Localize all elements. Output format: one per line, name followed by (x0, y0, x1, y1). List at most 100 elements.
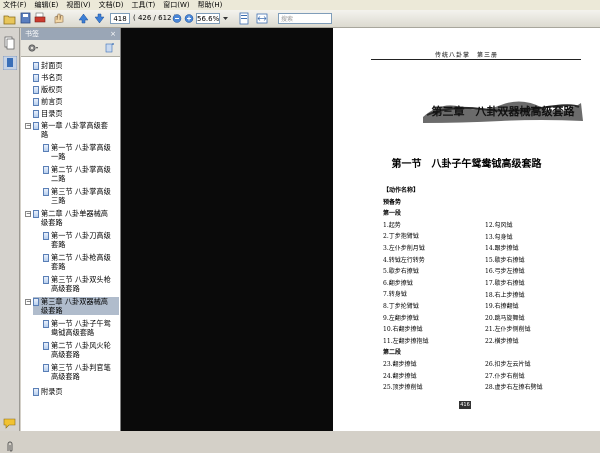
bookmark-label: 第三节 八卦双头枪 高级套路 (51, 275, 111, 293)
bookmark-label: 第三章 八卦双器械高 级套路 (41, 297, 108, 315)
list-item: 25.顶步撩削钺 (383, 384, 423, 392)
bookmark-icon (33, 74, 39, 82)
zoom-out-icon[interactable] (172, 12, 182, 25)
bookmark-item[interactable]: 附录页 (33, 387, 63, 396)
list-heading: 【动作名称】 (383, 187, 420, 194)
bookmark-label: 第二节 八卦风火轮 高级套路 (51, 341, 111, 359)
pages-panel-icon[interactable] (4, 36, 16, 50)
bookmark-icon (33, 110, 39, 118)
bookmark-icon (33, 122, 39, 130)
menu-help[interactable]: 帮助(H) (198, 0, 223, 10)
zoom-dropdown-chevron-icon[interactable] (222, 12, 229, 25)
hand-tool-icon[interactable] (52, 12, 66, 25)
bookmark-label: 第一章 八卦掌高级套 路 (41, 121, 108, 139)
menu-bar: 文件(F) 编辑(E) 视图(V) 文档(D) 工具(T) 窗口(W) 帮助(H… (0, 0, 600, 10)
list-item: 23.翻步撩钺 (383, 360, 417, 368)
list-item: 第二段 (383, 349, 402, 357)
list-item: 1.起势 (383, 221, 401, 229)
collapse-toggle[interactable]: − (25, 211, 31, 217)
bookmark-item[interactable]: 第二章 八卦单器械高 级套路 (33, 209, 108, 227)
list-item: 17.歇步右撩钺 (485, 279, 525, 287)
list-item: 11.左翻步撩抱钺 (383, 337, 429, 345)
bookmark-label: 前言页 (41, 97, 63, 106)
menu-window[interactable]: 窗口(W) (163, 0, 189, 10)
search-input[interactable]: 搜索 (278, 13, 332, 24)
print-icon[interactable] (34, 12, 46, 25)
running-head: 传统八卦掌 第三册 (434, 52, 498, 59)
bookmark-item[interactable]: 书名页 (33, 73, 63, 82)
list-item: 13.勾身钺 (485, 233, 513, 241)
bookmark-item[interactable]: 版权页 (33, 85, 63, 94)
toolbar: 418 ( 426 / 612 ) 56.6% 搜索 (0, 10, 600, 28)
section-title: 第一节 八卦子午鸳鸯钺高级套路 (391, 159, 542, 170)
movement-list-left: 【动作名称】 预备势 第一段 1.起势 2.丁步抱臂钺 3.左仆步削月钺 4.转… (383, 185, 429, 394)
next-page-icon[interactable] (94, 12, 105, 25)
bookmark-item[interactable]: 第一节 八卦刀高级 套路 (43, 231, 111, 249)
list-item: 8.丁步抡臂钺 (383, 302, 419, 310)
list-item: 4.转钺左行转势 (383, 256, 425, 264)
list-item: 16.弓步左撩钺 (485, 268, 525, 276)
list-item: 22.横步撩钺 (485, 337, 519, 345)
bookmark-item[interactable]: 第二节 八卦风火轮 高级套路 (43, 341, 111, 359)
menu-view[interactable]: 视图(V) (66, 0, 90, 10)
bookmarks-panel-header: 书签 × (21, 28, 120, 40)
menu-document[interactable]: 文档(D) (99, 0, 124, 10)
bookmark-label: 第一节 八卦掌高级 一路 (51, 143, 111, 161)
bookmark-icon (33, 86, 39, 94)
list-item: 15.歇步右撩钺 (485, 256, 525, 264)
close-panel-icon[interactable]: × (110, 28, 116, 40)
collapse-toggle[interactable]: − (25, 123, 31, 129)
list-item: 3.左仆步削月钺 (383, 244, 425, 252)
list-item: 6.翻步撩钺 (383, 279, 413, 287)
bookmark-icon (43, 320, 49, 328)
options-gear-icon[interactable] (27, 43, 39, 53)
bookmark-label: 书名页 (41, 73, 63, 82)
bookmarks-panel: 书签 × 封面页 书名页 版权页 前言页 目录页 − 第一章 八卦掌高级套 路 … (21, 28, 121, 431)
list-item: 12.勾风钺 (485, 222, 513, 229)
bookmark-item[interactable]: 封面页 (33, 61, 63, 70)
new-bookmark-icon[interactable] (105, 43, 115, 53)
comments-panel-icon[interactable] (3, 417, 17, 429)
open-folder-icon[interactable] (3, 12, 17, 25)
page-number-input[interactable]: 418 (110, 13, 130, 24)
collapse-toggle[interactable]: − (25, 299, 31, 305)
bookmark-item[interactable]: 第一章 八卦掌高级套 路 (33, 121, 108, 139)
document-background (121, 28, 333, 431)
bookmark-item[interactable]: 第三节 八卦判官笔 高级套路 (43, 363, 111, 381)
bookmark-item[interactable]: 第一节 八卦掌高级 一路 (43, 143, 111, 161)
bookmark-label: 目录页 (41, 109, 63, 118)
bookmark-icon (43, 254, 49, 262)
bookmark-item[interactable]: 目录页 (33, 109, 63, 118)
previous-page-icon[interactable] (78, 12, 89, 25)
chapter-banner-title: 第三章 八卦双器械高级套路 (432, 104, 576, 118)
bookmarks-panel-title: 书签 (25, 30, 39, 38)
list-item: 9.左翻步撩钺 (383, 314, 419, 322)
document-page[interactable]: 传统八卦掌 第三册 第三章 八卦双器械高级套路 第一节 八卦子午鸳鸯钺高级套路 … (333, 28, 600, 431)
list-item: 7.转身钺 (383, 291, 407, 299)
list-item: 28.虚步右左撩右劈钺 (485, 384, 543, 392)
bookmark-item[interactable]: 第二节 八卦枪高级 套路 (43, 253, 111, 271)
bookmark-item[interactable]: 第一节 八卦子午鸳 鸯钺高级套路 (43, 319, 111, 337)
movement-list-right: 12.勾风钺 13.勾身钺 14.跟步撩钺 15.歇步右撩钺 16.弓步左撩钺 … (485, 220, 543, 394)
list-item: 21.左仆步侧削钺 (485, 326, 531, 334)
fit-width-icon[interactable] (256, 12, 268, 25)
bookmark-item[interactable]: 第二节 八卦掌高级 二路 (43, 165, 111, 183)
menu-edit[interactable]: 编辑(E) (35, 0, 59, 10)
menu-tools[interactable]: 工具(T) (132, 0, 156, 10)
bookmark-item[interactable]: 前言页 (33, 97, 63, 106)
bookmark-icon (43, 342, 49, 350)
bookmark-icon (33, 62, 39, 70)
attachments-paperclip-icon[interactable] (4, 441, 16, 453)
zoom-level-input[interactable]: 56.6% (196, 13, 220, 24)
save-icon[interactable] (20, 12, 32, 25)
menu-file[interactable]: 文件(F) (3, 0, 27, 10)
bookmarks-panel-icon[interactable] (3, 56, 17, 70)
bookmark-item-selected[interactable]: 第三章 八卦双器械高 级套路 (33, 297, 119, 315)
fit-page-icon[interactable] (238, 12, 250, 25)
bookmark-item[interactable]: 第三节 八卦双头枪 高级套路 (43, 275, 111, 293)
list-item: 19.右撩翻钺 (485, 303, 519, 311)
bookmark-item[interactable]: 第三节 八卦掌高级 三路 (43, 187, 111, 205)
bookmark-icon (43, 144, 49, 152)
list-item: 预备势 (383, 198, 402, 206)
zoom-in-icon[interactable] (184, 12, 194, 25)
